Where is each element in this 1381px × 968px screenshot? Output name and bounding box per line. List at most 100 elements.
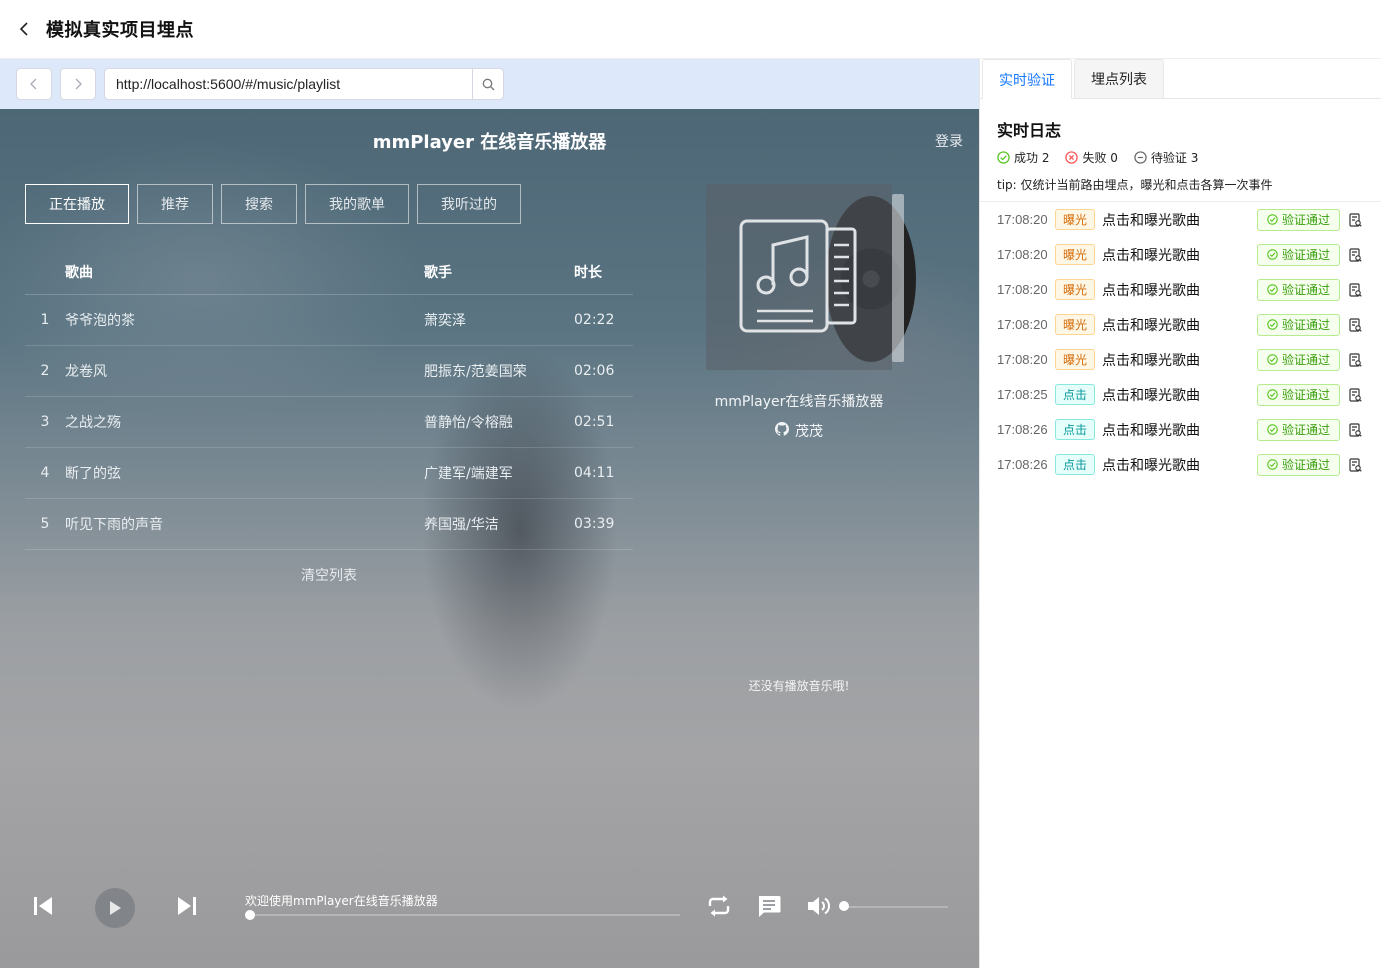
author-link[interactable]: 茂茂 <box>706 421 892 441</box>
check-circle-icon <box>1267 319 1278 330</box>
browser-forward-button[interactable] <box>60 68 96 100</box>
song-duration: 02:22 <box>574 312 615 328</box>
progress-handle[interactable] <box>245 910 255 920</box>
previous-track-button[interactable] <box>32 895 54 921</box>
tab-now-playing[interactable]: 正在播放 <box>25 184 129 224</box>
fail-stat: 失败 0 <box>1065 149 1118 166</box>
song-singer: 广建军/端建军 <box>424 466 513 482</box>
detail-icon[interactable] <box>1349 317 1362 332</box>
search-icon[interactable] <box>472 69 503 99</box>
song-name: 龙卷风 <box>65 364 107 380</box>
event-type-tag: 点击 <box>1055 384 1095 405</box>
album-edge <box>892 194 904 362</box>
verified-label: 验证通过 <box>1281 423 1330 437</box>
verified-label: 验证通过 <box>1281 318 1330 332</box>
event-name: 点击和曝光歌曲 <box>1102 457 1200 474</box>
close-circle-icon <box>1065 151 1079 164</box>
detail-icon[interactable] <box>1349 457 1362 472</box>
song-name: 断了的弦 <box>65 466 121 482</box>
verified-badge: 验证通过 <box>1257 348 1340 371</box>
repeat-icon[interactable] <box>706 894 732 922</box>
detail-icon[interactable] <box>1349 422 1362 437</box>
song-index: 1 <box>40 312 50 328</box>
event-name: 点击和曝光歌曲 <box>1102 352 1200 369</box>
pending-stat: 待验证 3 <box>1134 149 1198 166</box>
detail-icon[interactable] <box>1349 282 1362 297</box>
next-track-button[interactable] <box>176 895 198 921</box>
check-circle-icon <box>1267 354 1278 365</box>
song-row[interactable]: 3 之战之殇 普静怡/令榕融 02:51 <box>25 397 633 448</box>
log-row: 17:08:25 点击 点击和曝光歌曲 验证通过 <box>997 377 1381 412</box>
tab-recommend[interactable]: 推荐 <box>137 184 213 224</box>
log-row: 17:08:20 曝光 点击和曝光歌曲 验证通过 <box>997 342 1381 377</box>
log-time: 17:08:26 <box>997 457 1048 472</box>
song-row[interactable]: 4 断了的弦 广建军/端建军 04:11 <box>25 448 633 499</box>
tab-realtime-verify[interactable]: 实时验证 <box>982 59 1072 99</box>
event-name: 点击和曝光歌曲 <box>1102 282 1200 299</box>
song-name: 之战之殇 <box>65 415 121 431</box>
tab-my-playlist[interactable]: 我的歌单 <box>305 184 409 224</box>
detail-icon[interactable] <box>1349 247 1362 262</box>
volume-handle[interactable] <box>839 901 849 911</box>
verified-badge: 验证通过 <box>1257 243 1340 266</box>
volume-icon[interactable] <box>806 894 832 922</box>
verified-label: 验证通过 <box>1281 248 1330 262</box>
song-singer: 普静怡/令榕融 <box>424 415 513 431</box>
event-type-tag: 点击 <box>1055 454 1095 475</box>
log-row: 17:08:26 点击 点击和曝光歌曲 验证通过 <box>997 447 1381 482</box>
progress-bar[interactable] <box>250 914 680 916</box>
column-song: 歌曲 <box>65 264 93 281</box>
album-name: mmPlayer在线音乐播放器 <box>714 394 884 410</box>
player-controls: 欢迎使用mmPlayer在线音乐播放器 <box>0 879 979 939</box>
url-input[interactable] <box>105 69 472 99</box>
event-type-tag: 曝光 <box>1055 209 1095 230</box>
log-time: 17:08:20 <box>997 352 1048 367</box>
song-duration: 04:11 <box>574 465 615 481</box>
log-title: 实时日志 <box>997 121 1062 140</box>
back-arrow-icon[interactable] <box>16 21 32 37</box>
event-type-tag: 点击 <box>1055 419 1095 440</box>
column-singer: 歌手 <box>424 264 452 281</box>
verified-label: 验证通过 <box>1281 458 1330 472</box>
author-name: 茂茂 <box>795 424 823 440</box>
verified-label: 验证通过 <box>1281 283 1330 297</box>
log-row: 17:08:20 曝光 点击和曝光歌曲 验证通过 <box>997 272 1381 307</box>
play-button[interactable] <box>95 888 135 928</box>
tab-search[interactable]: 搜索 <box>221 184 297 224</box>
login-link[interactable]: 登录 <box>935 131 963 151</box>
detail-icon[interactable] <box>1349 212 1362 227</box>
log-row: 17:08:26 点击 点击和曝光歌曲 验证通过 <box>997 412 1381 447</box>
log-time: 17:08:20 <box>997 247 1048 262</box>
event-type-tag: 曝光 <box>1055 349 1095 370</box>
tab-tracking-list[interactable]: 埋点列表 <box>1074 59 1164 98</box>
comment-icon[interactable] <box>756 894 782 922</box>
detail-icon[interactable] <box>1349 352 1362 367</box>
simulated-app-pane: mmPlayer 在线音乐播放器 登录 正在播放 推荐 搜索 我的歌单 我听过的… <box>0 59 979 968</box>
tab-history[interactable]: 我听过的 <box>417 184 521 224</box>
verified-badge: 验证通过 <box>1257 278 1340 301</box>
log-time: 17:08:20 <box>997 212 1048 227</box>
detail-icon[interactable] <box>1349 387 1362 402</box>
clear-list-button[interactable]: 清空列表 <box>25 550 633 600</box>
empty-lyric-text: 还没有播放音乐哦! <box>748 679 850 693</box>
song-row[interactable]: 1 爷爷泡的茶 萧奕泽 02:22 <box>25 295 633 346</box>
song-index: 2 <box>40 363 50 379</box>
song-row[interactable]: 5 听见下雨的声音 养国强/华洁 03:39 <box>25 499 633 550</box>
browser-back-button[interactable] <box>16 68 52 100</box>
song-row[interactable]: 2 龙卷风 肥振东/范姜国荣 02:06 <box>25 346 633 397</box>
page-title: 模拟真实项目埋点 <box>46 20 194 41</box>
log-time: 17:08:20 <box>997 282 1048 297</box>
app-header: 模拟真实项目埋点 <box>0 0 1381 59</box>
song-name: 听见下雨的声音 <box>65 517 163 533</box>
log-stats: 成功 2 失败 0 待验证 3 <box>997 149 1381 166</box>
check-circle-icon <box>1267 459 1278 470</box>
volume-bar[interactable] <box>844 906 948 908</box>
song-singer: 养国强/华洁 <box>424 517 499 533</box>
music-player: mmPlayer 在线音乐播放器 登录 正在播放 推荐 搜索 我的歌单 我听过的… <box>0 109 979 968</box>
player-title: mmPlayer 在线音乐播放器 <box>372 132 607 153</box>
column-duration: 时长 <box>574 264 602 281</box>
log-row: 17:08:20 曝光 点击和曝光歌曲 验证通过 <box>997 237 1381 272</box>
event-name: 点击和曝光歌曲 <box>1102 212 1200 229</box>
log-time: 17:08:20 <box>997 317 1048 332</box>
log-row: 17:08:20 曝光 点击和曝光歌曲 验证通过 <box>997 202 1381 237</box>
